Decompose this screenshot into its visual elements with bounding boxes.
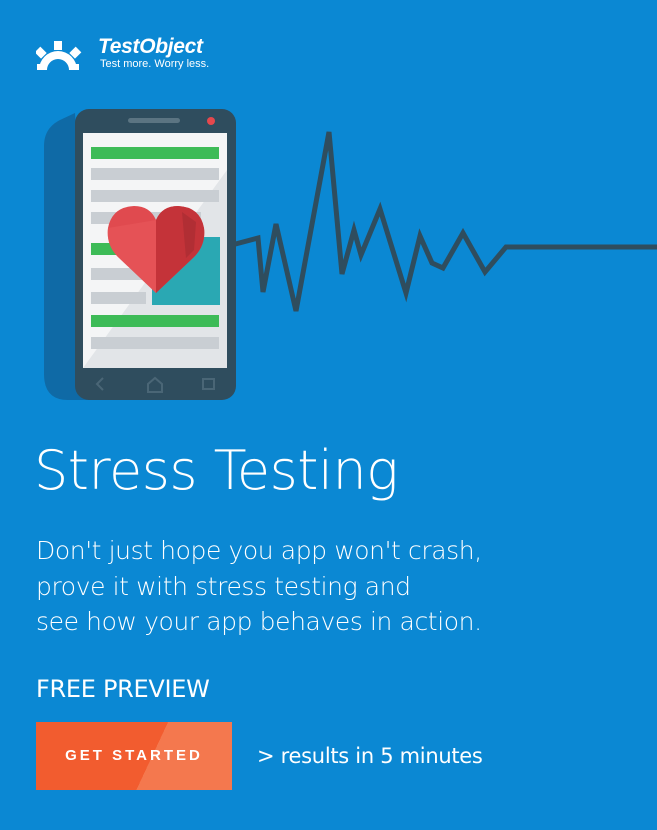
- description-line: Don't just hope you app won't crash,: [36, 536, 482, 565]
- brand-logo[interactable]: TestObject Test more. Worry less.: [34, 36, 209, 72]
- brand-name: TestObject: [98, 35, 203, 58]
- get-started-button[interactable]: GET STARTED: [36, 722, 232, 790]
- description: Don't just hope you app won't crash, pro…: [36, 533, 616, 640]
- heartbeat-line-icon: [224, 131, 657, 312]
- gear-icon: [34, 36, 96, 72]
- free-preview-label: FREE PREVIEW: [36, 675, 210, 703]
- brand-tagline: Test more. Worry less.: [100, 58, 210, 70]
- headline: Stress Testing: [34, 439, 399, 502]
- logo-text: TestObject Test more. Worry less.: [98, 36, 209, 71]
- description-line: prove it with stress testing and: [36, 571, 411, 601]
- ad-banner[interactable]: TestObject Test more. Worry less. Stress…: [0, 0, 657, 830]
- stress-test-illustration: [44, 109, 657, 400]
- description-line: see how your app behaves in action.: [36, 607, 482, 636]
- results-note: > results in 5 minutes: [257, 744, 483, 768]
